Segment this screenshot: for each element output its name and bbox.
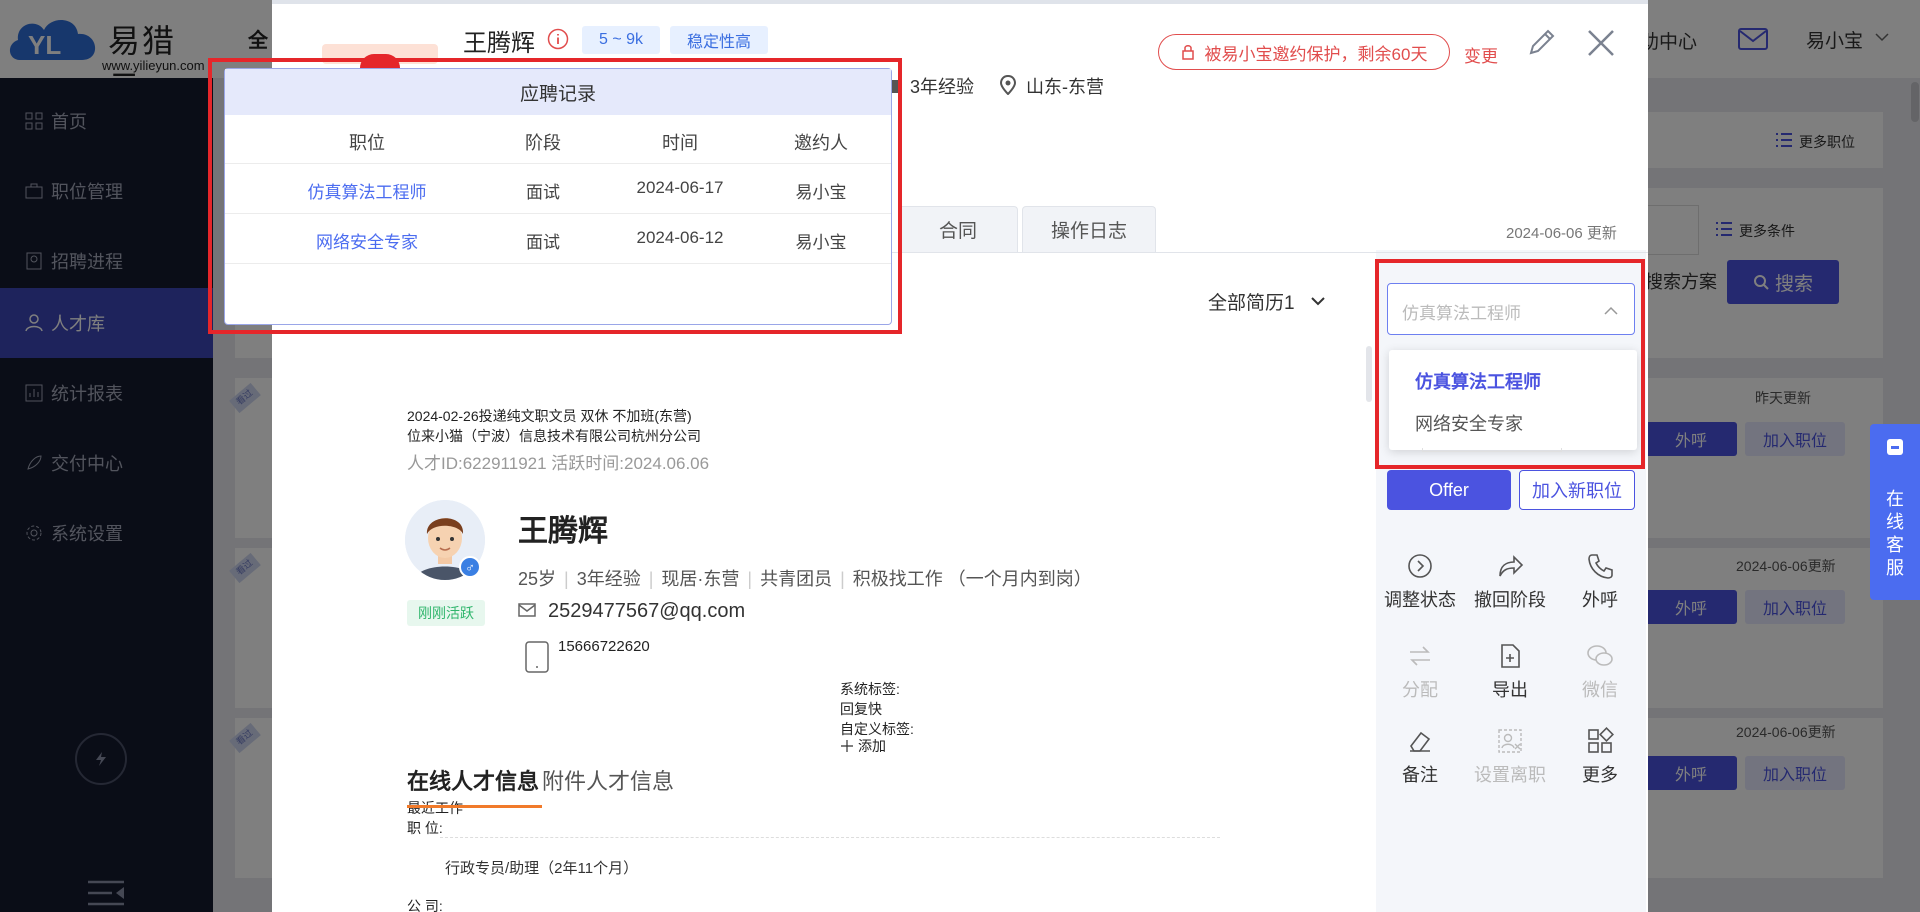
experience-header: 3年经验 [910,77,975,97]
set-resignation-button[interactable]: 设置离职 [1465,727,1555,797]
file-plus-icon [1501,644,1520,668]
job-seeking-status: 积极找工作 （一个月内到岗） [852,569,1092,589]
close-icon[interactable] [1586,28,1616,58]
revoke-stage-button[interactable]: 撤回阶段 [1465,552,1555,622]
active-tab-underline [407,805,542,808]
company-line: 位来小猫（宁波）信息技术有限公司杭州分公司 [407,428,701,444]
location-header: 山东-东营 [1026,77,1104,97]
tab-operation-log[interactable]: 操作日志 [1022,206,1156,252]
position-label: 职 位: [407,820,443,836]
swap-icon [1410,646,1430,666]
location-pin-icon [1000,75,1016,95]
edit-pencil-icon[interactable] [1526,26,1558,58]
phone-icon [1588,554,1613,579]
system-tag-value: 回复快 [840,701,882,717]
residence: 现居·东营 [661,569,740,589]
adjust-status-button[interactable]: 调整状态 [1375,552,1465,622]
online-service-label: 在线客服 [1886,489,1904,578]
age: 25岁 [518,569,557,589]
tab-contract[interactable]: 合同 [898,206,1018,252]
all-resume-selector[interactable]: 全部简历1 [1208,288,1295,315]
eraser-icon [1410,731,1431,752]
active-status-badge: 刚刚活跃 [407,600,485,626]
assign-button[interactable]: 分配 [1375,642,1465,712]
modal-top-border [272,0,1648,4]
tab-attachment-info[interactable]: 附件人才信息 [542,764,674,796]
add-tag-button[interactable]: 添加 [840,736,886,756]
experience: 3年经验 [576,569,641,589]
change-link[interactable]: 变更 [1464,42,1498,67]
resume-scrollbar[interactable] [1366,346,1372,402]
salary-tag: 5 ~ 9k [582,26,660,54]
candidate-name-header: 王腾辉 [463,30,535,57]
dashed-divider [440,837,1220,838]
arrow-circle-icon [1408,554,1432,578]
update-date: 2024-06-06 更新 [1506,225,1617,242]
offer-button[interactable]: Offer [1387,470,1511,510]
wechat-button[interactable]: 微信 [1555,642,1645,712]
candidate-basic-info: 25岁 | 3年经验 | 现居·东营 | 共青团员 | 积极找工作 （一个月内到岗） [518,569,1092,589]
recent-work-heading: 最近工作 [407,800,463,816]
share-arrow-icon [1499,555,1524,577]
candidate-email[interactable]: 2529477567@qq.com [548,600,745,623]
talent-id: 人才ID:622911921 活跃时间:2024.06.06 [407,454,710,473]
apply-record-line: 2024-02-26投递纯文职文员 双休 不加班(东营) [407,408,692,424]
info-icon[interactable] [547,28,569,50]
political-status: 共青团员 [760,569,833,589]
company-label: 公 司: [407,898,443,912]
male-icon: ♂ [459,556,481,578]
mobile-phone-icon [525,641,549,673]
online-service-button[interactable]: 在线客服 [1870,424,1920,600]
stability-tag: 稳定性高 [670,26,768,54]
person-x-icon [1498,729,1522,753]
email-icon [518,603,536,617]
tab-online-info[interactable]: 在线人才信息 [407,764,539,796]
export-button[interactable]: 导出 [1465,642,1555,712]
wechat-icon [1587,645,1613,666]
plus-icon [841,740,853,752]
chat-icon [1887,439,1903,455]
grid-icon [1588,727,1614,753]
candidate-phone[interactable]: 15666722620 [558,638,650,655]
add-new-position-button[interactable]: 加入新职位 [1519,470,1635,510]
more-button[interactable]: 更多 [1555,727,1645,797]
highlight-box-popup [208,58,902,334]
lock-icon [1181,45,1194,60]
call-out-button[interactable]: 外呼 [1555,552,1645,622]
note-button[interactable]: 备注 [1375,727,1465,797]
highlight-box-right [1375,259,1645,469]
chevron-down-icon[interactable] [1311,296,1325,306]
system-tag-label: 系统标签: [840,681,900,697]
position-value: 行政专员/助理（2年11个月） [445,860,639,877]
protection-badge: 被易小宝邀约保护，剩余60天 [1158,34,1450,70]
candidate-name: 王腾辉 [518,515,608,548]
